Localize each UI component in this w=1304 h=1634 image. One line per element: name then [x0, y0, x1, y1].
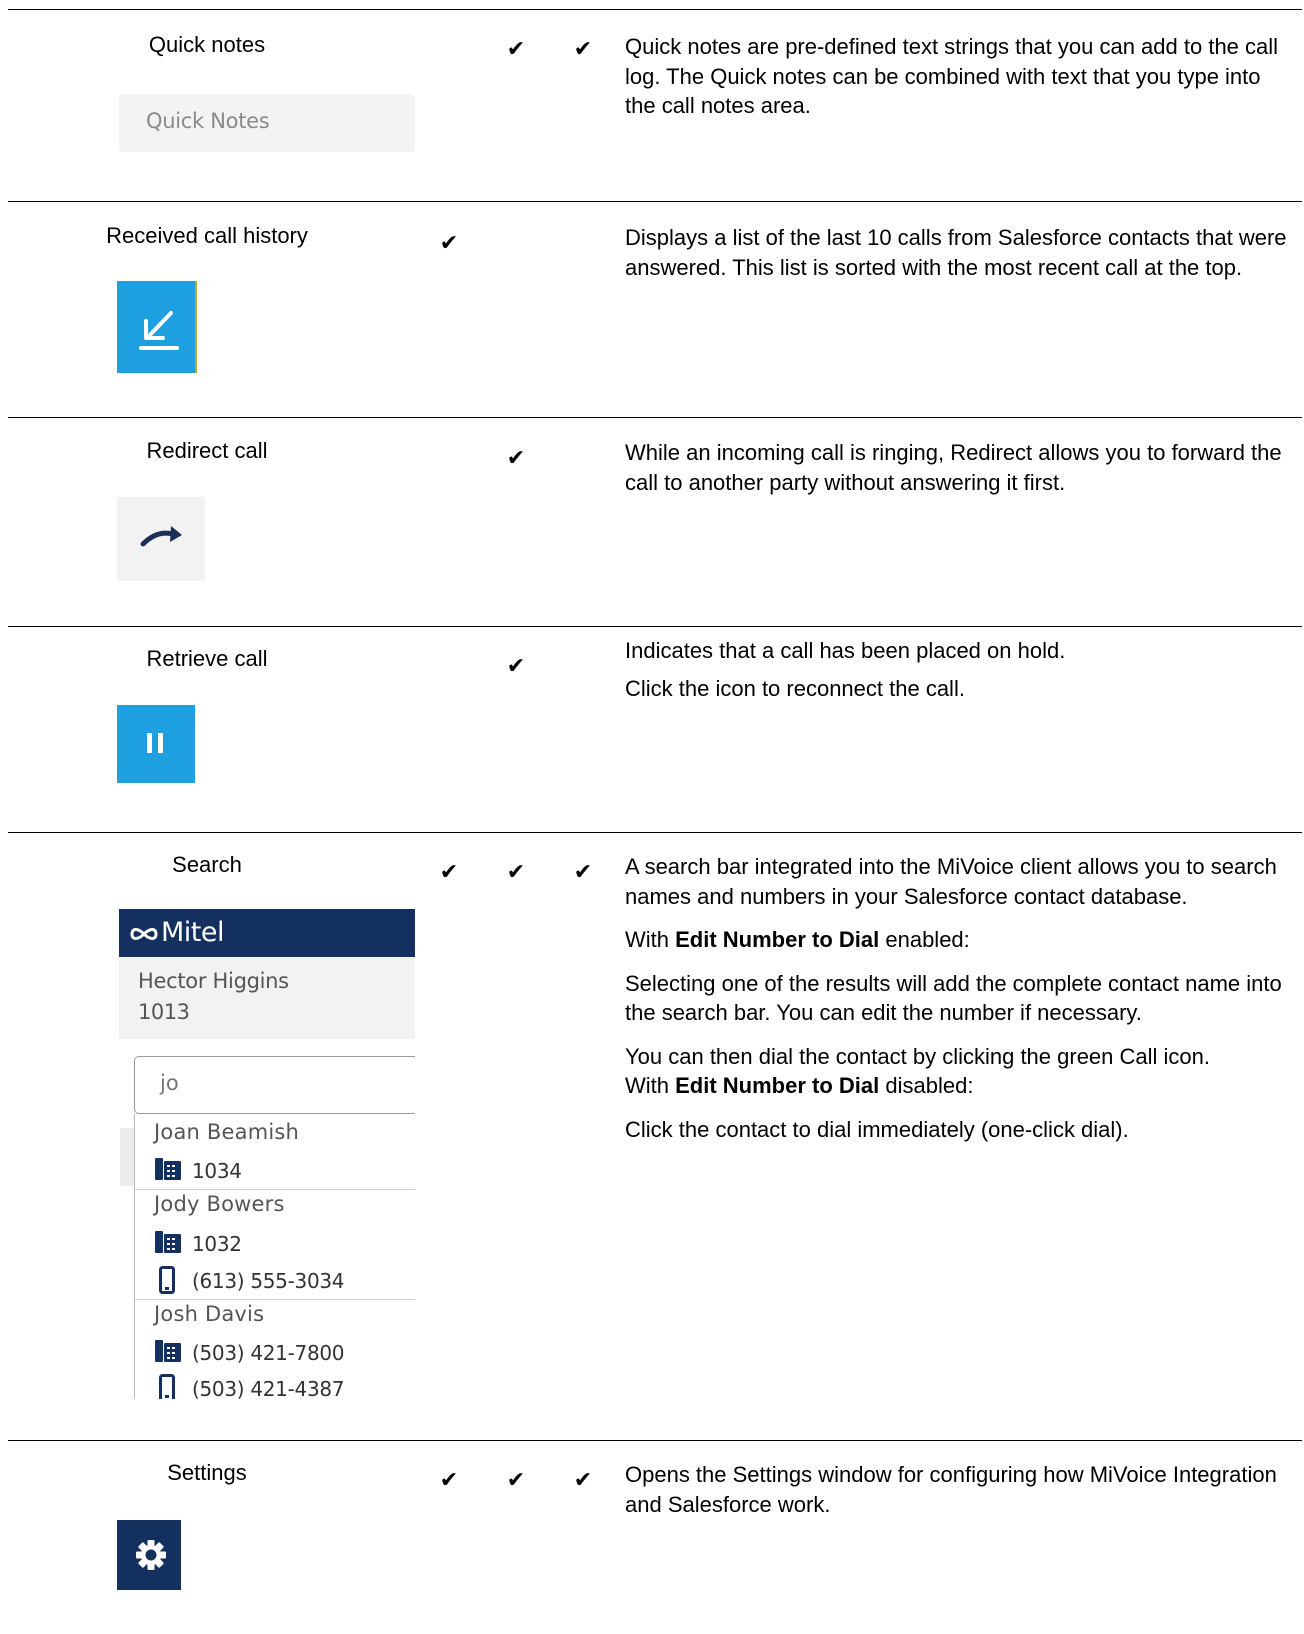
search-mockup: Mitel Hector Higgins 1013 jo Joan Beamis…	[119, 909, 415, 1399]
mobile-phone-icon	[159, 1374, 175, 1399]
contact-number: (613) 555-3034	[192, 1269, 345, 1293]
desk-phone-icon	[155, 1158, 181, 1180]
retrieve-call-button[interactable]	[117, 705, 195, 783]
search-results: Joan Beamish 1034 Jody Bowers 1032 (613)…	[120, 1114, 415, 1399]
received-call-history-button[interactable]	[117, 281, 197, 373]
feature-name: Redirect call	[146, 438, 268, 463]
redirect-call-button[interactable]	[117, 497, 205, 581]
mitel-logo: Mitel	[129, 917, 225, 948]
contact-name: Joan Beamish	[154, 1120, 300, 1144]
check-mark: ✔	[439, 1467, 459, 1492]
check-mark: ✔	[573, 1467, 593, 1492]
description-text: Opens the Settings window for configurin…	[625, 1462, 1277, 1517]
description-text: Displays a list of the last 10 calls fro…	[625, 225, 1287, 280]
contact-number: 1032	[192, 1232, 242, 1256]
description-text: Click the contact to dial immediately (o…	[625, 1116, 1129, 1142]
contact-name: Josh Davis	[154, 1302, 265, 1326]
row-divider	[8, 417, 1302, 418]
check-mark: ✔	[506, 653, 526, 678]
result-divider	[135, 1189, 415, 1190]
row-divider	[8, 201, 1302, 202]
description-text: While an incoming call is ringing, Redir…	[625, 440, 1282, 495]
user-panel: Hector Higgins 1013	[119, 957, 415, 1039]
settings-button[interactable]	[117, 1520, 181, 1590]
feature-description: Indicates that a call has been placed on…	[625, 636, 1295, 703]
description-text: Selecting one of the results will add th…	[625, 970, 1282, 1026]
check-mark: ✔	[573, 859, 593, 884]
row-divider	[8, 832, 1302, 833]
feature-name: Retrieve call	[146, 646, 268, 671]
cell-border	[416, 417, 417, 418]
search-input[interactable]: jo	[134, 1056, 415, 1114]
feature-description: Displays a list of the last 10 calls fro…	[625, 223, 1295, 282]
feature-description: Opens the Settings window for configurin…	[625, 1460, 1295, 1519]
row-divider	[8, 1440, 1302, 1441]
description-text: A search bar integrated into the MiVoice…	[625, 854, 1277, 909]
check-mark: ✔	[573, 36, 593, 61]
contact-number: (503) 421-7800	[192, 1341, 345, 1365]
check-mark: ✔	[439, 859, 459, 884]
user-name: Hector Higgins	[138, 969, 289, 993]
check-mark: ✔	[506, 859, 526, 884]
result-divider	[135, 1299, 415, 1300]
check-mark: ✔	[506, 445, 526, 470]
bold-term: Edit Number to Dial	[675, 927, 880, 952]
contact-number: (503) 421-4387	[192, 1377, 345, 1399]
feature-name: Settings	[167, 1460, 247, 1485]
feature-name: Quick notes	[148, 32, 266, 57]
user-extension: 1013	[138, 1000, 190, 1024]
row-divider	[8, 626, 1302, 627]
quick-notes-input[interactable]: Quick Notes	[119, 94, 415, 152]
feature-name: Received call history	[106, 223, 308, 248]
contact-name: Jody Bowers	[154, 1192, 285, 1216]
check-mark: ✔	[439, 230, 459, 255]
description-text: You can then dial the contact by clickin…	[625, 1043, 1210, 1099]
quick-notes-placeholder: Quick Notes	[146, 109, 270, 133]
results-stub	[120, 1128, 134, 1186]
contact-number: 1034	[192, 1159, 242, 1183]
mobile-phone-icon	[159, 1266, 175, 1294]
description-text: With Edit Number to Dial enabled:	[625, 927, 970, 952]
row-divider	[8, 9, 1302, 10]
check-mark: ✔	[506, 1467, 526, 1492]
description-text: Click the icon to reconnect the call.	[625, 675, 965, 701]
description-text: Quick notes are pre-defined text strings…	[625, 34, 1279, 118]
bold-term: Edit Number to Dial	[675, 1073, 880, 1098]
mitel-logo-icon	[130, 927, 158, 940]
search-input-value: jo	[160, 1071, 179, 1095]
feature-description: A search bar integrated into the MiVoice…	[625, 852, 1295, 1144]
check-mark: ✔	[506, 36, 526, 61]
desk-phone-icon	[155, 1340, 181, 1362]
desk-phone-icon	[155, 1231, 181, 1253]
description-text: Indicates that a call has been placed on…	[625, 638, 1066, 663]
mitel-header: Mitel	[119, 909, 415, 957]
feature-description: Quick notes are pre-defined text strings…	[625, 32, 1295, 121]
feature-description: While an incoming call is ringing, Redir…	[625, 438, 1295, 497]
feature-name: Search	[172, 852, 242, 877]
